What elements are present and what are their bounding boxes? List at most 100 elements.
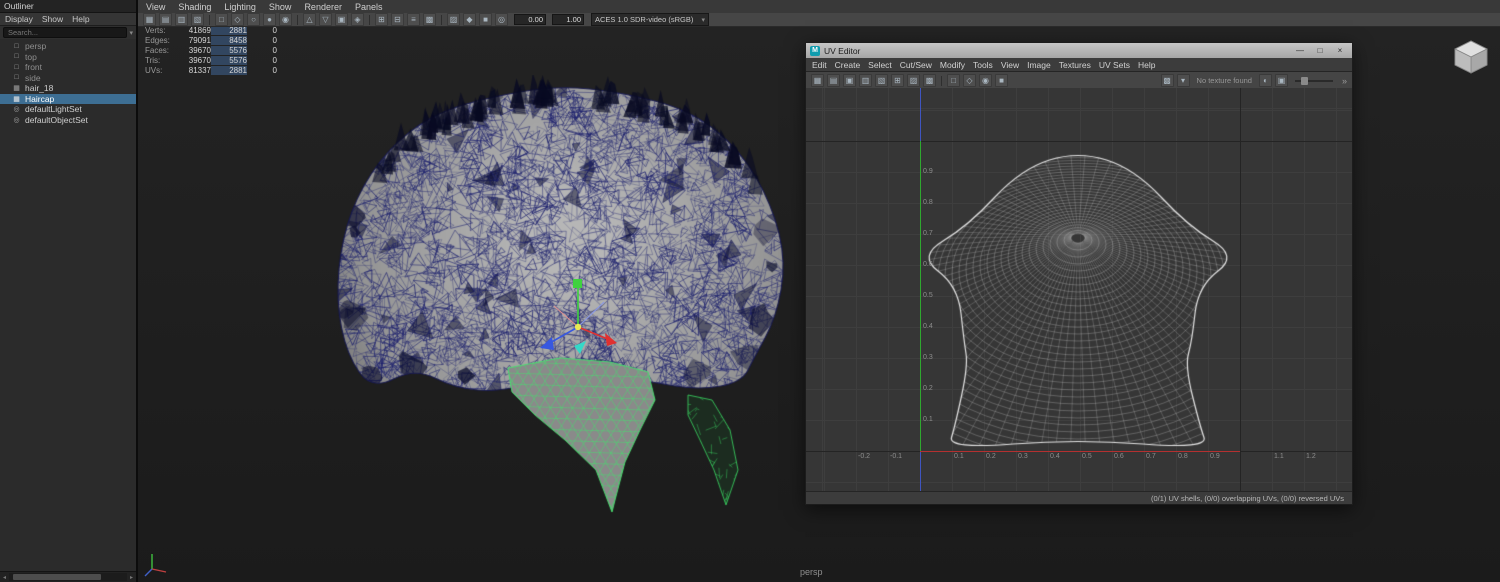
- filter-dropdown-icon[interactable]: ▾: [129, 29, 133, 37]
- uv-x-tick-label: 0.2: [986, 453, 996, 460]
- menu-lighting[interactable]: Lighting: [224, 2, 256, 12]
- scroll-left-icon[interactable]: ◂: [0, 574, 9, 581]
- uv-menu-view[interactable]: View: [1001, 60, 1019, 70]
- maximize-button[interactable]: □: [1312, 46, 1328, 55]
- uv-toolbar-icon[interactable]: ▩: [923, 74, 936, 87]
- uv-toolbar-icon[interactable]: ▥: [859, 74, 872, 87]
- uv-titlebar[interactable]: M UV Editor — □ ×: [806, 43, 1352, 58]
- outliner-item-defaultobjectset[interactable]: ◎ defaultObjectSet: [0, 115, 136, 126]
- uv-x-tick-label: 0.4: [1050, 453, 1060, 460]
- uv-menu-edit[interactable]: Edit: [812, 60, 827, 70]
- gamma-field[interactable]: [552, 14, 584, 25]
- uv-x-tick-label: 0.8: [1178, 453, 1188, 460]
- uv-menu-textures[interactable]: Textures: [1059, 60, 1091, 70]
- menu-panels[interactable]: Panels: [355, 2, 383, 12]
- move-manipulator[interactable]: [520, 270, 640, 370]
- hud-selected: 5576: [211, 55, 247, 65]
- outliner-title: Outliner: [0, 0, 136, 13]
- uv-menu-help[interactable]: Help: [1138, 60, 1155, 70]
- uv-menu-image[interactable]: Image: [1027, 60, 1051, 70]
- uv-menu-cutsew[interactable]: Cut/Sew: [900, 60, 932, 70]
- toolbar-icon[interactable]: ⊟: [391, 13, 404, 26]
- menu-shading[interactable]: Shading: [178, 2, 211, 12]
- uv-mesh[interactable]: [917, 141, 1247, 461]
- texture-dropdown-icon[interactable]: ▾: [1176, 74, 1190, 87]
- item-label: hair_18: [25, 83, 54, 94]
- toolbar-icon[interactable]: ◆: [463, 13, 476, 26]
- outliner-menu-help[interactable]: Help: [72, 14, 89, 24]
- uv-toolbar-icon[interactable]: □: [947, 74, 960, 87]
- toolbar-icon[interactable]: ●: [263, 13, 276, 26]
- set-icon: ◎: [13, 116, 20, 124]
- uv-menu-create[interactable]: Create: [835, 60, 861, 70]
- outliner-menu-display[interactable]: Display: [5, 14, 33, 24]
- menu-renderer[interactable]: Renderer: [304, 2, 342, 12]
- toolbar-icon[interactable]: ▤: [159, 13, 172, 26]
- outliner-item-front[interactable]: □ front: [0, 62, 136, 73]
- uv-display-icon[interactable]: ▣: [1274, 74, 1288, 87]
- uv-toolbar-icon[interactable]: ◉: [979, 74, 992, 87]
- camera-icon: □: [14, 74, 19, 82]
- toolbar-icon[interactable]: ≡: [407, 13, 420, 26]
- outliner-item-top[interactable]: □ top: [0, 52, 136, 63]
- toolbar-icon[interactable]: △: [303, 13, 316, 26]
- outliner-item-side[interactable]: □ side: [0, 73, 136, 84]
- toolbar-icon[interactable]: ○: [247, 13, 260, 26]
- toolbar-icon[interactable]: ⊞: [375, 13, 388, 26]
- toolbar-icon[interactable]: ◎: [495, 13, 508, 26]
- outliner-menu-show[interactable]: Show: [42, 14, 63, 24]
- toolbar-icon[interactable]: ◉: [279, 13, 292, 26]
- toolbar-icon[interactable]: ▦: [143, 13, 156, 26]
- hud-label: Tris:: [145, 55, 161, 65]
- colorspace-dropdown[interactable]: ACES 1.0 SDR-video (sRGB) ▾: [591, 13, 709, 26]
- close-button[interactable]: ×: [1332, 46, 1348, 55]
- uv-toolbar-icon[interactable]: ⊞: [891, 74, 904, 87]
- minimize-button[interactable]: —: [1292, 46, 1308, 55]
- item-label: front: [25, 62, 43, 73]
- uv-menu-uvsets[interactable]: UV Sets: [1099, 60, 1130, 70]
- toolbar-icon[interactable]: ▽: [319, 13, 332, 26]
- texture-dropdown-icon[interactable]: ▩: [1160, 74, 1174, 87]
- uv-toolbar-icon[interactable]: ▦: [811, 74, 824, 87]
- scroll-right-icon[interactable]: ▸: [127, 574, 136, 581]
- toolbar-icon[interactable]: ■: [479, 13, 492, 26]
- scrollbar-track[interactable]: [9, 573, 127, 581]
- uv-toolbar-icon[interactable]: ■: [995, 74, 1008, 87]
- expand-toolbar-icon[interactable]: »: [1342, 76, 1347, 86]
- toolbar-icon[interactable]: ▩: [423, 13, 436, 26]
- outliner-item-hair18[interactable]: ▦ hair_18: [0, 83, 136, 94]
- axis-gizmo-icon: [144, 554, 167, 577]
- toolbar-icon[interactable]: □: [215, 13, 228, 26]
- uv-display-icon[interactable]: ◐: [1258, 74, 1272, 87]
- hud-selected: 8458: [211, 35, 247, 45]
- menu-show[interactable]: Show: [269, 2, 292, 12]
- toolbar-icon[interactable]: ◈: [351, 13, 364, 26]
- uv-toolbar-icon[interactable]: ▤: [827, 74, 840, 87]
- scrollbar-thumb[interactable]: [13, 574, 101, 580]
- uv-toolbar-icon[interactable]: ◇: [963, 74, 976, 87]
- uv-menu-tools[interactable]: Tools: [973, 60, 993, 70]
- toolbar-icon[interactable]: ▨: [447, 13, 460, 26]
- outliner-item-haircap[interactable]: ▦ Haircap: [0, 93, 136, 104]
- dim-image-slider[interactable]: [1294, 76, 1333, 85]
- outliner-item-defaultlightset[interactable]: ◎ defaultLightSet: [0, 104, 136, 115]
- uv-toolbar-icon[interactable]: ▨: [907, 74, 920, 87]
- uv-menu-modify[interactable]: Modify: [940, 60, 965, 70]
- uv-y-tick-label: 0.9: [923, 168, 933, 175]
- toolbar-icon[interactable]: ▧: [191, 13, 204, 26]
- outliner-item-persp[interactable]: □ persp: [0, 41, 136, 52]
- toolbar-icon[interactable]: ▥: [175, 13, 188, 26]
- exposure-field[interactable]: [514, 14, 546, 25]
- uv-toolbar-icon[interactable]: ▧: [875, 74, 888, 87]
- uv-canvas-area[interactable]: -0.2 -0.1 0.1 0.2 0.3 0.4 0.5 0.6 0.7 0.8 0.9 1.1 1.…: [806, 88, 1352, 493]
- menu-view[interactable]: View: [146, 2, 165, 12]
- slider-knob[interactable]: [1300, 76, 1308, 85]
- toolbar-icon[interactable]: ▣: [335, 13, 348, 26]
- uv-toolbar-icon[interactable]: ▣: [843, 74, 856, 87]
- horizontal-scrollbar[interactable]: ◂ ▸: [0, 571, 136, 582]
- hud-row: UVs: 81337 2881 0: [145, 65, 277, 75]
- uv-menu-select[interactable]: Select: [868, 60, 892, 70]
- outliner-search-row: ▾: [0, 26, 136, 39]
- toolbar-icon[interactable]: ◇: [231, 13, 244, 26]
- search-input[interactable]: [3, 27, 128, 38]
